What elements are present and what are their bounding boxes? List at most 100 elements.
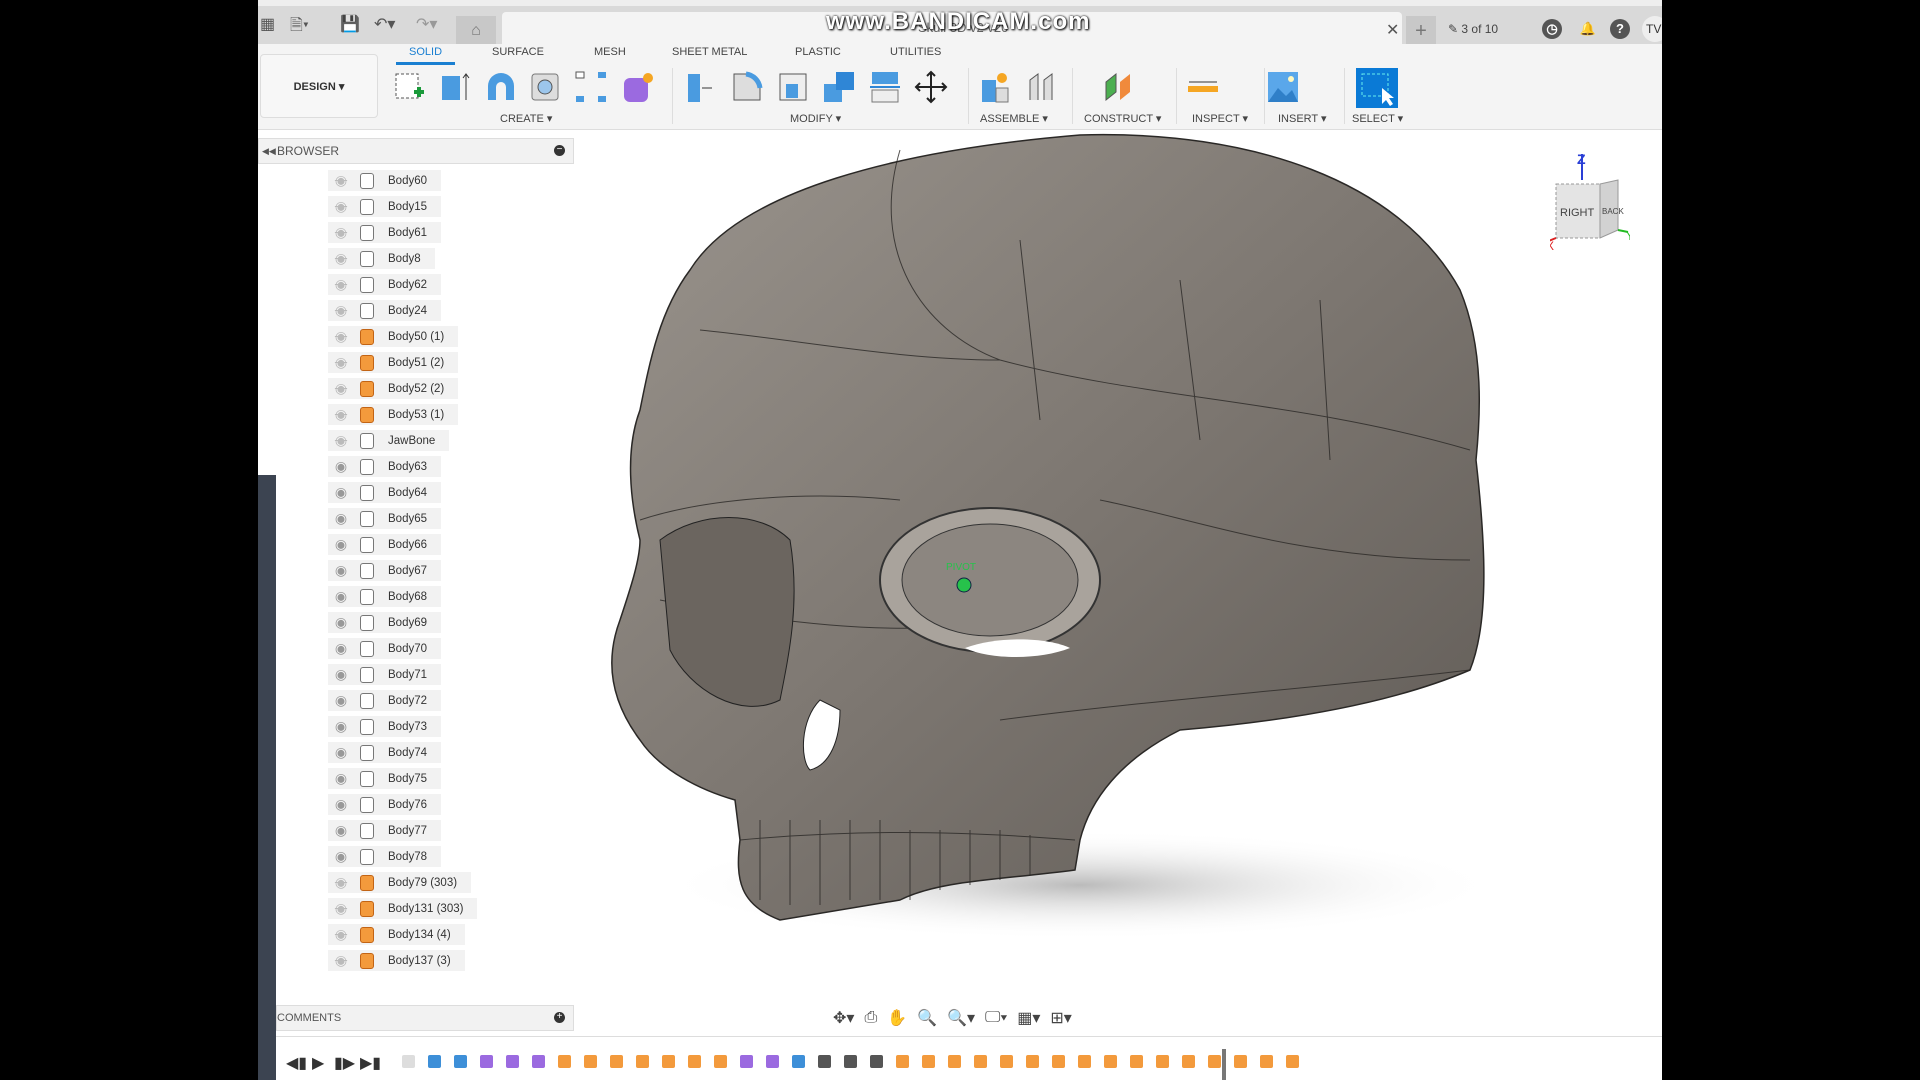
- browser-item[interactable]: ◉ Body15: [328, 196, 442, 217]
- timeline-feature-component[interactable]: [1286, 1055, 1299, 1068]
- timeline-feature-component[interactable]: [610, 1055, 623, 1068]
- insert-image-icon[interactable]: [1266, 70, 1300, 104]
- tab-mesh[interactable]: MESH: [594, 46, 626, 58]
- browser-item[interactable]: ◉ Body24: [328, 300, 442, 321]
- tab-plastic[interactable]: PLASTIC: [795, 46, 841, 58]
- timeline-feature-component[interactable]: [558, 1055, 571, 1068]
- eye-hidden-icon[interactable]: ◉: [330, 172, 352, 189]
- eye-icon[interactable]: ◉: [330, 484, 352, 501]
- browser-panel-header[interactable]: ◀◀ BROWSER −: [258, 138, 574, 164]
- browser-item[interactable]: ◉ Body76: [328, 794, 442, 815]
- timeline-feature-component[interactable]: [1234, 1055, 1247, 1068]
- move-copy-icon[interactable]: [914, 70, 948, 104]
- browser-item[interactable]: ◉ Body52 (2): [328, 378, 459, 399]
- tab-sheet-metal[interactable]: SHEET METAL: [672, 46, 747, 58]
- revolve-icon[interactable]: [484, 70, 518, 104]
- pivot-marker[interactable]: [956, 577, 972, 593]
- timeline-feature-component[interactable]: [1000, 1055, 1013, 1068]
- eye-hidden-icon[interactable]: ◉: [330, 276, 352, 293]
- select-icon[interactable]: [1356, 68, 1398, 108]
- grid-icon[interactable]: ▦▾: [1017, 1008, 1040, 1028]
- create-form-icon[interactable]: [620, 70, 654, 104]
- eye-icon[interactable]: ◉: [330, 848, 352, 865]
- browser-item[interactable]: ◉ Body70: [328, 638, 442, 659]
- browser-item[interactable]: ◉ Body134 (4): [328, 924, 465, 945]
- timeline-feature-component[interactable]: [1052, 1055, 1065, 1068]
- timeline-feature-component[interactable]: [1182, 1055, 1195, 1068]
- browser-item[interactable]: ◉ Body67: [328, 560, 442, 581]
- timeline-feature-component[interactable]: [974, 1055, 987, 1068]
- eye-hidden-icon[interactable]: ◉: [330, 432, 352, 449]
- browser-item[interactable]: ◉ Body51 (2): [328, 352, 459, 373]
- hole-icon[interactable]: [528, 70, 562, 104]
- eye-hidden-icon[interactable]: ◉: [330, 250, 352, 267]
- timeline-feature-component[interactable]: [1104, 1055, 1117, 1068]
- workspace-switcher[interactable]: DESIGN ▾: [260, 54, 378, 118]
- eye-icon[interactable]: ◉: [330, 588, 352, 605]
- timeline-feature-component[interactable]: [1130, 1055, 1143, 1068]
- browser-item[interactable]: ◉ Body50 (1): [328, 326, 459, 347]
- timeline-feature-move[interactable]: [844, 1055, 857, 1068]
- timeline-feature-sketch[interactable]: [402, 1055, 415, 1068]
- timeline-feature-component[interactable]: [1156, 1055, 1169, 1068]
- timeline-feature-component[interactable]: [1026, 1055, 1039, 1068]
- eye-hidden-icon[interactable]: ◉: [330, 328, 352, 345]
- eye-icon[interactable]: ◉: [330, 536, 352, 553]
- browser-item[interactable]: ◉ JawBone: [328, 430, 450, 451]
- pattern-icon[interactable]: [574, 70, 608, 104]
- browser-item[interactable]: ◉ Body53 (1): [328, 404, 459, 425]
- browser-item[interactable]: ◉ Body74: [328, 742, 442, 763]
- browser-item[interactable]: ◉ Body62: [328, 274, 442, 295]
- timeline-feature-component[interactable]: [636, 1055, 649, 1068]
- timeline-feature-component[interactable]: [584, 1055, 597, 1068]
- browser-item[interactable]: ◉ Body71: [328, 664, 442, 685]
- browser-item[interactable]: ◉ Body60: [328, 170, 442, 191]
- undo-icon[interactable]: ↶▾: [374, 14, 395, 34]
- eye-hidden-icon[interactable]: ◉: [330, 354, 352, 371]
- browser-item[interactable]: ◉ Body137 (3): [328, 950, 465, 971]
- create-sketch-icon[interactable]: [392, 70, 426, 104]
- close-tab-icon[interactable]: ✕: [1386, 20, 1399, 40]
- eye-hidden-icon[interactable]: ◉: [330, 302, 352, 319]
- eye-hidden-icon[interactable]: ◉: [330, 900, 352, 917]
- shell-icon[interactable]: [776, 70, 810, 104]
- eye-hidden-icon[interactable]: ◉: [330, 952, 352, 969]
- eye-icon[interactable]: ◉: [330, 744, 352, 761]
- minimize-browser-icon[interactable]: −: [554, 145, 565, 156]
- timeline-feature-combine[interactable]: [792, 1055, 805, 1068]
- joint-icon[interactable]: [1024, 70, 1058, 104]
- timeline-feature-component[interactable]: [1260, 1055, 1273, 1068]
- offset-plane-icon[interactable]: [1102, 70, 1136, 104]
- browser-item[interactable]: ◉ Body75: [328, 768, 442, 789]
- browser-item[interactable]: ◉ Body131 (303): [328, 898, 478, 919]
- browser-item[interactable]: ◉ Body63: [328, 456, 442, 477]
- comments-panel-header[interactable]: COMMENTS +: [276, 1005, 574, 1031]
- eye-icon[interactable]: ◉: [330, 796, 352, 813]
- timeline-feature-component[interactable]: [896, 1055, 909, 1068]
- timeline-end-icon[interactable]: ▶▮: [360, 1053, 381, 1073]
- browser-item[interactable]: ◉ Body72: [328, 690, 442, 711]
- clock-icon[interactable]: ◷: [1542, 19, 1562, 39]
- eye-hidden-icon[interactable]: ◉: [330, 224, 352, 241]
- apps-grid-icon[interactable]: ▦: [260, 14, 275, 34]
- timeline-marker[interactable]: [1222, 1049, 1226, 1080]
- view-cube[interactable]: Z RIGHT BACK X Y: [1550, 150, 1630, 250]
- zoom-icon[interactable]: 🔍: [917, 1008, 937, 1028]
- eye-hidden-icon[interactable]: ◉: [330, 926, 352, 943]
- browser-item[interactable]: ◉ Body66: [328, 534, 442, 555]
- inspect-menu[interactable]: INSPECT ▾: [1192, 112, 1248, 125]
- eye-hidden-icon[interactable]: ◉: [330, 198, 352, 215]
- eye-icon[interactable]: ◉: [330, 458, 352, 475]
- eye-hidden-icon[interactable]: ◉: [330, 874, 352, 891]
- timeline-feature-component[interactable]: [922, 1055, 935, 1068]
- measure-icon[interactable]: [1186, 70, 1220, 104]
- timeline-feature-component[interactable]: [948, 1055, 961, 1068]
- modify-menu[interactable]: MODIFY ▾: [790, 112, 841, 125]
- notification-bell-icon[interactable]: 🔔: [1578, 19, 1598, 39]
- timeline-feature-form[interactable]: [532, 1055, 545, 1068]
- collapse-panel-icon[interactable]: ◀◀: [262, 139, 276, 163]
- fillet-icon[interactable]: [730, 70, 764, 104]
- eye-icon[interactable]: ◉: [330, 510, 352, 527]
- timeline-feature-move[interactable]: [870, 1055, 883, 1068]
- new-tab-button[interactable]: +: [1406, 16, 1436, 46]
